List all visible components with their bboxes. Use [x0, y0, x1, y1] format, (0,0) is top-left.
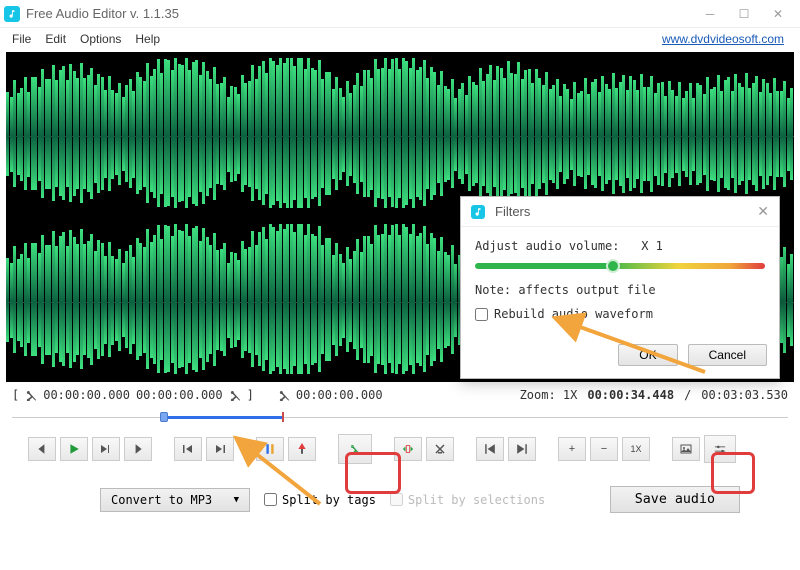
split-by-tags-input[interactable]: [264, 493, 277, 506]
split-by-selections-checkbox: Split by selections: [390, 493, 545, 507]
annotation-highlight: [345, 452, 401, 494]
scissors-icon: [25, 389, 37, 401]
scissors-icon: [278, 389, 290, 401]
delete-selection-button[interactable]: [426, 437, 454, 461]
close-button[interactable]: ✕: [770, 6, 786, 22]
menu-help[interactable]: Help: [129, 30, 166, 48]
selection-end: 00:00:00.000: [136, 388, 223, 402]
format-select-value: Convert to MP3: [111, 493, 212, 507]
current-time: 00:00:34.448: [587, 388, 674, 402]
zoom-in-button[interactable]: +: [558, 437, 586, 461]
filters-dialog: Filters ✕ Adjust audio volume: X 1 Note:…: [460, 196, 780, 379]
cursor-position: 00:00:00.000: [296, 388, 383, 402]
dialog-close-icon[interactable]: ✕: [757, 203, 769, 220]
app-icon: [4, 6, 20, 22]
split-by-selections-label: Split by selections: [408, 493, 545, 507]
volume-slider[interactable]: [475, 263, 765, 269]
skip-forward-button[interactable]: [206, 437, 234, 461]
skip-back-button[interactable]: [174, 437, 202, 461]
rebuild-waveform-label: Rebuild audio waveform: [494, 307, 653, 321]
play-selection-button[interactable]: [92, 437, 120, 461]
go-end-button[interactable]: [508, 437, 536, 461]
prev-button[interactable]: [28, 437, 56, 461]
selection-start: 00:00:00.000: [43, 388, 130, 402]
seek-bar[interactable]: [12, 412, 788, 422]
ok-button[interactable]: OK: [618, 344, 677, 366]
volume-value: X 1: [641, 239, 663, 253]
titlebar: Free Audio Editor v. 1.1.35 ─ ☐ ✕: [0, 0, 800, 28]
play-button[interactable]: [60, 437, 88, 461]
seek-handle[interactable]: [160, 412, 168, 422]
menubar: File Edit Options Help www.dvdvideosoft.…: [0, 28, 800, 50]
dialog-icon: [471, 205, 485, 219]
split-by-tags-label: Split by tags: [282, 493, 376, 507]
window-title: Free Audio Editor v. 1.1.35: [26, 6, 179, 21]
annotation-highlight: [711, 452, 755, 494]
dialog-title: Filters: [495, 204, 530, 219]
volume-slider-thumb[interactable]: [606, 259, 620, 273]
minimize-button[interactable]: ─: [702, 6, 718, 22]
status-bar: [ 00:00:00.000 00:00:00.000 ] 00:00:00.0…: [0, 382, 800, 402]
volume-label: Adjust audio volume:: [475, 239, 620, 253]
zoom-out-button[interactable]: −: [590, 437, 618, 461]
waveform-channel-left: [6, 56, 794, 216]
time-separator: /: [684, 388, 691, 402]
split-by-selections-input: [390, 493, 403, 506]
rebuild-waveform-input[interactable]: [475, 308, 488, 321]
selection-open-bracket: [: [12, 388, 19, 402]
total-time: 00:03:03.530: [701, 388, 788, 402]
zoom-label: Zoom: 1X: [520, 388, 578, 402]
zoom-reset-button[interactable]: 1X: [622, 437, 650, 461]
go-start-button[interactable]: [476, 437, 504, 461]
image-button[interactable]: [672, 437, 700, 461]
menu-options[interactable]: Options: [74, 30, 127, 48]
volume-note: Note: affects output file: [475, 283, 765, 297]
marker-add-button[interactable]: [288, 437, 316, 461]
cancel-button[interactable]: Cancel: [688, 344, 767, 366]
format-select[interactable]: Convert to MP3 ▼: [100, 488, 250, 512]
split-by-tags-checkbox[interactable]: Split by tags: [264, 493, 376, 507]
marker-pause-button[interactable]: [256, 437, 284, 461]
menu-edit[interactable]: Edit: [39, 30, 72, 48]
chevron-down-icon: ▼: [234, 495, 239, 505]
selection-close-bracket: ]: [247, 388, 254, 402]
scissors-icon: [229, 389, 241, 401]
menu-file[interactable]: File: [6, 30, 37, 48]
website-link[interactable]: www.dvdvideosoft.com: [662, 32, 794, 46]
maximize-button[interactable]: ☐: [736, 6, 752, 22]
seek-marker: [282, 412, 284, 422]
rebuild-waveform-checkbox[interactable]: Rebuild audio waveform: [475, 307, 653, 321]
next-button[interactable]: [124, 437, 152, 461]
